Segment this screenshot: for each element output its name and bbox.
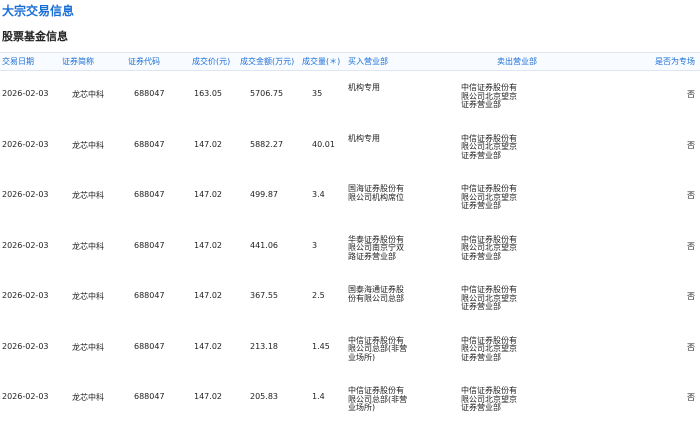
cell-name: 龙芯中科 (72, 342, 104, 352)
cell-date: 2026-02-03 (2, 392, 49, 401)
cell-special: 否 (687, 393, 695, 402)
cell-date: 2026-02-03 (2, 240, 49, 250)
cell-code: 688047 (134, 89, 165, 98)
cell-date: 2026-02-03 (2, 89, 49, 98)
cell-price: 147.02 (194, 341, 222, 351)
cell-special: 否 (687, 292, 695, 301)
cell-buyer: 机构专用 (348, 133, 380, 143)
cell-date: 2026-02-03 (2, 291, 49, 300)
cell-volume: 35 (312, 89, 323, 98)
cell-date: 2026-02-03 (2, 190, 49, 199)
table-header: 交易日期 证券简称 证券代码 成交价(元) 成交金额(万元) 成交量(＊) 买入… (0, 52, 700, 71)
header-volume[interactable]: 成交量(＊) (302, 56, 340, 67)
cell-special: 否 (687, 140, 695, 150)
cell-buyer: 华泰证券股份有限公司南京宁双路证券营业部 (348, 234, 404, 261)
cell-amount: 5882.27 (250, 139, 284, 149)
cell-seller: 中信证券股份有限公司北京望京证券营业部 (461, 184, 517, 210)
cell-name: 龙芯中科 (72, 241, 104, 251)
table-row: 2026-02-03 龙芯中科 688047 147.02 213.18 1.45 中信证券… (0, 331, 700, 382)
cell-name: 龙芯中科 (72, 292, 104, 301)
cell-seller: 中信证券股份有限公司北京望京证券营业部 (461, 386, 517, 412)
cell-price: 147.02 (194, 392, 222, 401)
cell-code: 688047 (134, 341, 165, 351)
cell-amount: 205.83 (250, 392, 278, 401)
cell-volume: 40.01 (312, 139, 335, 149)
cell-special: 否 (687, 191, 695, 200)
cell-code: 688047 (134, 392, 165, 401)
page-title: 大宗交易信息 (2, 4, 75, 18)
table-row: 2026-02-03 龙芯中科 688047 147.02 499.87 3.4 国海证券股… (0, 179, 700, 230)
table-row: 2026-02-03 龙芯中科 688047 147.02 205.83 1.4 中信证券股… (0, 381, 700, 432)
cell-amount: 367.55 (250, 291, 278, 300)
cell-date: 2026-02-03 (2, 341, 49, 351)
cell-code: 688047 (134, 240, 165, 250)
table-row: 2026-02-03 龙芯中科 688047 147.02 367.55 2.5 国泰海通证… (0, 280, 700, 331)
cell-seller: 中信证券股份有限公司北京望京证券营业部 (461, 335, 517, 362)
cell-price: 147.02 (194, 139, 222, 149)
cell-price: 147.02 (194, 190, 222, 199)
cell-seller: 中信证券股份有限公司北京望京证券营业部 (461, 83, 517, 109)
header-code[interactable]: 证券代码 (128, 56, 160, 67)
cell-buyer: 中信证券股份有限公司总部(非营业场所) (348, 335, 408, 362)
section-title: 股票基金信息 (2, 30, 68, 43)
cell-buyer: 中信证券股份有限公司总部(非营业场所) (348, 386, 408, 412)
cell-special: 否 (687, 90, 695, 99)
cell-volume: 1.4 (312, 392, 325, 401)
cell-volume: 3 (312, 240, 318, 250)
cell-buyer: 国泰海通证券股份有限公司总部 (348, 285, 404, 303)
header-name[interactable]: 证券简称 (62, 56, 94, 67)
header-buyer[interactable]: 买入营业部 (348, 56, 388, 67)
header-price[interactable]: 成交价(元) (192, 56, 230, 67)
cell-special: 否 (687, 241, 695, 251)
cell-amount: 499.87 (250, 190, 278, 199)
cell-code: 688047 (134, 139, 165, 149)
cell-name: 龙芯中科 (72, 140, 104, 150)
cell-code: 688047 (134, 291, 165, 300)
cell-seller: 中信证券股份有限公司北京望京证券营业部 (461, 285, 517, 311)
cell-volume: 2.5 (312, 291, 325, 300)
cell-price: 147.02 (194, 240, 222, 250)
cell-name: 龙芯中科 (72, 90, 104, 99)
cell-special: 否 (687, 342, 695, 352)
cell-price: 163.05 (194, 89, 222, 98)
cell-volume: 3.4 (312, 190, 325, 199)
header-special[interactable]: 是否为专场 (655, 56, 695, 67)
cell-buyer: 机构专用 (348, 83, 380, 92)
header-seller[interactable]: 卖出营业部 (497, 56, 537, 67)
table-row: 2026-02-03 龙芯中科 688047 147.02 441.06 3 华泰证券股份有… (0, 230, 700, 281)
cell-code: 688047 (134, 190, 165, 199)
cell-amount: 5706.75 (250, 89, 284, 98)
cell-seller: 中信证券股份有限公司北京望京证券营业部 (461, 133, 517, 160)
header-amount[interactable]: 成交金额(万元) (240, 56, 294, 67)
header-date[interactable]: 交易日期 (2, 56, 34, 67)
cell-date: 2026-02-03 (2, 139, 49, 149)
table-row: 2026-02-03 龙芯中科 688047 147.02 5882.27 40.01 机构… (0, 129, 700, 180)
cell-amount: 213.18 (250, 341, 278, 351)
cell-volume: 1.45 (312, 341, 330, 351)
cell-name: 龙芯中科 (72, 191, 104, 200)
table-row: 2026-02-03 龙芯中科 688047 163.05 5706.75 35 机构专用 中… (0, 78, 700, 129)
cell-amount: 441.06 (250, 240, 278, 250)
cell-seller: 中信证券股份有限公司北京望京证券营业部 (461, 234, 517, 261)
cell-name: 龙芯中科 (72, 393, 104, 402)
cell-buyer: 国海证券股份有限公司机构席位 (348, 184, 404, 202)
cell-price: 147.02 (194, 291, 222, 300)
